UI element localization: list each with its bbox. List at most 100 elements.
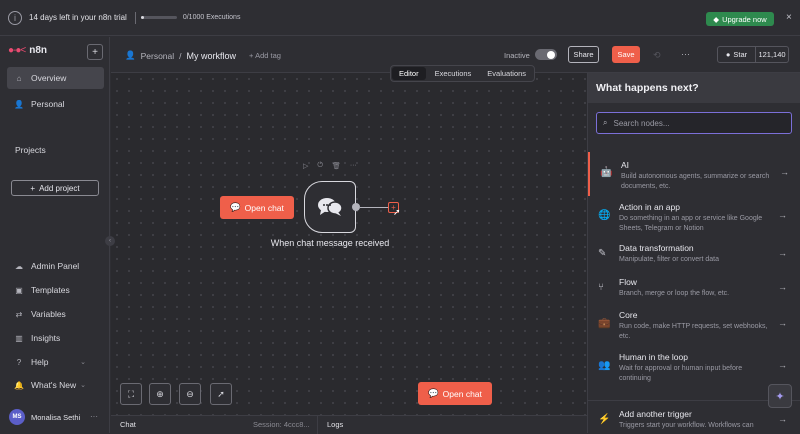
plus-icon: + [30, 183, 36, 193]
n8n-logo[interactable]: ●-●< n8n [8, 45, 47, 56]
user-more-icon[interactable]: ··· [90, 412, 98, 421]
fit-view-button[interactable]: ⛶ [120, 383, 142, 405]
n8n-logo-icon: ●-●< [8, 45, 26, 56]
view-tabs: Editor Executions Evaluations [390, 65, 536, 82]
sidebar-item-variables[interactable]: ⇄ Variables [7, 303, 104, 325]
tidy-up-button[interactable]: ➚ [210, 383, 232, 405]
arrow-right-icon: → [778, 282, 787, 292]
sidebar-item-insights[interactable]: ▥ Insights [7, 327, 104, 349]
delete-node-icon[interactable]: 🗑 [332, 162, 341, 170]
arrow-right-icon: → [778, 414, 787, 424]
mouse-cursor-icon: ➚ [393, 207, 401, 217]
arrow-right-icon: → [778, 360, 787, 370]
chat-trigger-node[interactable] [304, 181, 356, 233]
execute-node-icon[interactable]: ▷ [303, 162, 308, 170]
tab-editor[interactable]: Editor [392, 67, 426, 80]
more-options-icon[interactable]: ··· [681, 49, 690, 59]
bottom-divider [317, 416, 318, 434]
tab-evaluations[interactable]: Evaluations [480, 67, 533, 80]
category-core[interactable]: 💼 Core Run code, make HTTP requests, set… [588, 304, 800, 344]
collapse-sidebar-icon[interactable]: ‹ [105, 236, 115, 246]
sidebar-item-help[interactable]: ? Help ⌄ [7, 351, 104, 373]
category-action-in-an-app[interactable]: 🌐 Action in an app Do something in an ap… [588, 196, 800, 236]
node-more-icon[interactable]: ··· [350, 162, 357, 170]
chat-panel-toggle[interactable]: Chat [120, 420, 136, 429]
logs-panel-toggle[interactable]: Logs [327, 420, 343, 429]
diamond-icon: ◆ [713, 14, 720, 24]
zoom-out-button[interactable]: ⊖ [179, 383, 201, 405]
tab-executions[interactable]: Executions [428, 67, 479, 80]
open-chat-bottom-button[interactable]: 💬 Open chat [418, 382, 492, 405]
category-title: Data transformation [619, 243, 694, 253]
info-icon: i [8, 10, 22, 25]
history-icon[interactable]: ⟲ [653, 50, 661, 61]
deactivate-node-icon[interactable]: ⏻ [317, 162, 323, 170]
workflow-canvas[interactable]: 💬 Open chat ▷ ⏻ 🗑 ··· + ➚ When chat mess… [111, 73, 587, 415]
star-label: Star [733, 50, 748, 59]
chat-bubble-icon: 💬 [428, 388, 439, 398]
category-description: Run code, make HTTP requests, set webhoo… [619, 323, 768, 340]
sidebar-item-templates[interactable]: ▣ Templates [7, 279, 104, 301]
executions-progress-fill [140, 16, 144, 19]
node-output-handle[interactable] [352, 203, 360, 211]
create-button[interactable]: + [87, 44, 103, 60]
category-description: Manipulate, filter or convert data [619, 256, 719, 263]
share-button[interactable]: Share [568, 46, 599, 63]
session-id: Session: 4ccc8... [253, 420, 310, 429]
branch-icon: ⑂ [598, 282, 604, 293]
active-toggle[interactable] [535, 49, 557, 60]
open-chat-label: Open chat [442, 388, 482, 399]
templates-icon: ▣ [15, 285, 23, 295]
breadcrumb-project[interactable]: Personal [141, 51, 175, 61]
bottom-bar: Chat Session: 4ccc8... Logs [111, 415, 587, 434]
node-creator-panel: What happens next? ⌕ 🤖 AI Build autonomo… [587, 73, 800, 433]
workflow-name[interactable]: My workflow [187, 51, 237, 61]
search-box[interactable]: ⌕ [596, 112, 792, 134]
home-icon: ⌂ [16, 73, 22, 83]
add-project-label: Add project [39, 183, 80, 193]
connection-line [360, 207, 390, 208]
project-icon: 👤 [125, 50, 136, 60]
sidebar-item-label: Personal [31, 99, 65, 109]
open-chat-label: Open chat [244, 202, 284, 213]
category-title: Flow [619, 277, 637, 287]
projects-heading: Projects [15, 145, 46, 155]
add-project-button[interactable]: + Add project [11, 180, 99, 196]
ai-assistant-sparkle-icon[interactable]: ✦ [768, 384, 792, 408]
category-human-in-the-loop[interactable]: 👥 Human in the loop Wait for approval or… [588, 344, 800, 388]
category-description: Build autonomous agents, summarize or se… [621, 173, 770, 190]
zoom-in-button[interactable]: ⊕ [149, 383, 171, 405]
sidebar-item-overview[interactable]: ⌂ Overview [7, 67, 104, 89]
user-menu[interactable]: MS Monalisa Sethi [9, 409, 80, 425]
category-flow[interactable]: ⑂ Flow Branch, merge or loop the flow, e… [588, 270, 800, 304]
logo-text: n8n [29, 45, 48, 56]
github-star-button[interactable]: ● Star 121,140 [717, 46, 789, 63]
user-icon: 👤 [14, 99, 24, 109]
globe-icon: 🌐 [598, 210, 611, 221]
open-chat-button[interactable]: 💬 Open chat [220, 196, 294, 219]
avatar: MS [9, 409, 25, 425]
upgrade-button[interactable]: ◆ Upgrade now [706, 12, 774, 26]
search-input[interactable] [613, 118, 774, 128]
category-ai[interactable]: 🤖 AI Build autonomous agents, summarize … [588, 152, 800, 196]
sidebar-item-whats-new[interactable]: 🔔 What's New ⌄ [7, 374, 104, 396]
github-icon: ● [725, 50, 731, 59]
github-star: ● Star [718, 47, 756, 62]
save-button[interactable]: Save [612, 46, 640, 63]
sidebar-item-admin-panel[interactable]: ☁ Admin Panel [7, 255, 104, 277]
variables-icon: ⇄ [15, 309, 23, 319]
sidebar-item-personal[interactable]: 👤 Personal [7, 93, 104, 115]
add-tag-link[interactable]: + Add tag [249, 51, 281, 60]
sidebar-item-label: Admin Panel [31, 261, 80, 271]
arrow-right-icon: → [778, 318, 787, 328]
category-description: Wait for approval or human input before … [619, 365, 743, 382]
search-icon: ⌕ [603, 118, 608, 127]
toggle-knob [547, 50, 555, 59]
category-title: AI [621, 160, 630, 170]
workflow-status: Inactive [504, 51, 530, 60]
help-icon: ? [16, 357, 22, 367]
close-banner-icon[interactable]: × [786, 12, 792, 23]
category-data-transformation[interactable]: ✎ Data transformation Manipulate, filter… [588, 236, 800, 270]
human-icon: 👥 [598, 360, 611, 371]
node-label: When chat message received [270, 238, 390, 248]
